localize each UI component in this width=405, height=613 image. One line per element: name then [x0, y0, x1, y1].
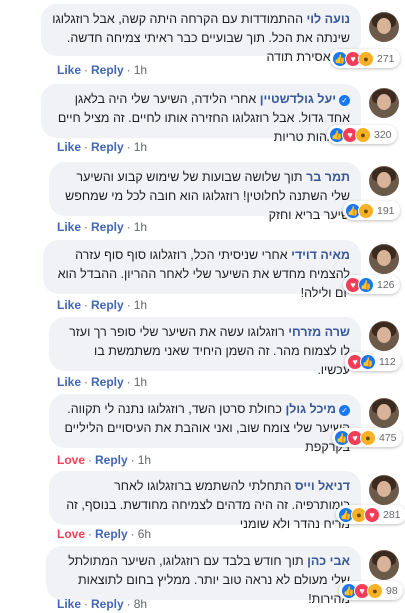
reply-button[interactable]: Reply	[91, 63, 124, 77]
comment: שרה מזרחי רוזגלוגו עשה את השיער שלי סופר…	[0, 313, 405, 393]
comment-actions: Like · Reply · 1h	[57, 63, 148, 77]
reaction-summary[interactable]: 👍 ● 191	[343, 201, 400, 220]
comment-author[interactable]: דניאל וייס	[295, 479, 350, 493]
love-reaction-icon: ♥	[364, 506, 380, 523]
comment-bubble: שרה מזרחי רוזגלוגו עשה את השיער שלי סופר…	[49, 317, 361, 377]
like-button[interactable]: Like	[57, 63, 81, 77]
reply-button[interactable]: Reply	[95, 527, 128, 541]
timestamp[interactable]: 1h	[134, 375, 147, 389]
reaction-count: 191	[377, 204, 395, 217]
comment-bubble: ✓מיכל גולן כחולת סרטן השד, רוזגלוגו נתנה…	[49, 394, 361, 454]
comment-actions: Like · Reply · 1h	[57, 140, 148, 154]
timestamp[interactable]: 8h	[134, 597, 147, 611]
avatar[interactable]	[369, 550, 399, 580]
comment-author[interactable]: אבי כהן	[307, 554, 350, 568]
timestamp[interactable]: 1h	[134, 140, 147, 154]
comment-bubble: ✓יעל גולדשטיין אחרי הלידה, השיער שלי היה…	[41, 84, 361, 144]
comment-actions: Like · Reply · 1h	[57, 220, 148, 234]
reaction-summary[interactable]: 👍 ♥ ● 320	[327, 125, 397, 144]
reaction-summary[interactable]: 👍 ♥ ● 98	[339, 581, 403, 600]
love-button[interactable]: Love	[57, 453, 85, 467]
reaction-count: 112	[379, 355, 396, 368]
like-button[interactable]: Like	[57, 597, 81, 611]
verified-badge-icon: ✓	[339, 95, 350, 106]
timestamp[interactable]: 1h	[134, 220, 147, 234]
comment-bubble: דניאל וייס התחלתי להשתמש ברוזגלוגו לאחר …	[49, 471, 361, 531]
reply-button[interactable]: Reply	[91, 298, 124, 312]
reply-button[interactable]: Reply	[91, 220, 124, 234]
wow-reaction-icon: ●	[360, 429, 376, 446]
wow-reaction-icon: ●	[358, 50, 374, 67]
timestamp[interactable]: 1h	[134, 298, 147, 312]
comment-text: ההתמודדות עם הקרחה היתה קשה, אבל רוזגלוג…	[52, 12, 350, 64]
avatar[interactable]	[369, 398, 399, 428]
reply-button[interactable]: Reply	[91, 597, 124, 611]
wow-reaction-icon: ●	[358, 202, 374, 219]
comment-author[interactable]: יעל גולדשטיין	[260, 92, 336, 106]
avatar[interactable]	[369, 244, 399, 274]
comment-bubble: מאיה דוידי אחרי שניסיתי הכל, רוזגלוגו סו…	[43, 240, 361, 300]
avatar[interactable]	[369, 321, 399, 351]
comment: תמר בר תוך שלושה שבועות של שימוש קבוע וה…	[0, 158, 405, 238]
comment-author[interactable]: שרה מזרחי	[288, 325, 350, 339]
verified-badge-icon: ✓	[339, 405, 350, 416]
comment-actions: Like · Reply · 1h	[57, 298, 148, 312]
avatar[interactable]	[369, 12, 399, 42]
comment: ✓מיכל גולן כחולת סרטן השד, רוזגלוגו נתנה…	[0, 390, 405, 470]
wow-reaction-icon: ●	[367, 582, 383, 599]
comment-bubble: נועה לוי ההתמודדות עם הקרחה היתה קשה, אב…	[41, 4, 361, 64]
reaction-count: 271	[377, 52, 395, 65]
comment-actions: Like · Reply · 1h	[57, 375, 148, 389]
comment-actions: Like · Reply · 8h	[57, 597, 148, 611]
comment-author[interactable]: מאיה דוידי	[291, 248, 350, 262]
reaction-count: 320	[374, 128, 392, 141]
like-button[interactable]: Like	[57, 220, 81, 234]
comment-author[interactable]: תמר בר	[306, 170, 350, 184]
timestamp[interactable]: 1h	[134, 63, 147, 77]
reaction-count: 475	[379, 431, 397, 444]
like-reaction-icon: 👍	[358, 276, 374, 293]
avatar[interactable]	[369, 475, 399, 505]
wow-reaction-icon: ●	[355, 126, 371, 143]
comment-author[interactable]: נועה לוי	[307, 12, 351, 26]
comment-actions: Love · Reply · 1h	[57, 453, 152, 467]
reply-button[interactable]: Reply	[91, 375, 124, 389]
reaction-summary[interactable]: 👍 ● ♥ 281	[336, 505, 405, 524]
like-button[interactable]: Like	[57, 375, 81, 389]
comment-bubble: תמר בר תוך שלושה שבועות של שימוש קבוע וה…	[49, 162, 361, 222]
comment: ✓יעל גולדשטיין אחרי הלידה, השיער שלי היה…	[0, 80, 405, 160]
comment: אבי כהן תוך חודש בלבד עם רוזגלוגו, השיער…	[0, 542, 405, 613]
timestamp[interactable]: 6h	[138, 527, 151, 541]
love-button[interactable]: Love	[57, 527, 85, 541]
reaction-summary[interactable]: 👍 ♥ ● 271	[330, 49, 400, 68]
comment-actions: Love · Reply · 6h	[57, 527, 152, 541]
comment-bubble: אבי כהן תוך חודש בלבד עם רוזגלוגו, השיער…	[46, 546, 361, 606]
avatar[interactable]	[369, 88, 399, 118]
reply-button[interactable]: Reply	[95, 453, 128, 467]
reaction-count: 98	[386, 584, 398, 597]
timestamp[interactable]: 1h	[138, 453, 151, 467]
comment: נועה לוי ההתמודדות עם הקרחה היתה קשה, אב…	[0, 0, 405, 80]
comment-author[interactable]: מיכל גולן	[285, 402, 336, 416]
reaction-summary[interactable]: ♥ 👍 112	[345, 352, 401, 371]
reaction-summary[interactable]: ♥ 👍 126	[343, 275, 400, 294]
reaction-summary[interactable]: 👍 ♥ ● 475	[332, 428, 402, 447]
like-reaction-icon: 👍	[360, 353, 376, 370]
avatar[interactable]	[369, 166, 399, 196]
comment: מאיה דוידי אחרי שניסיתי הכל, רוזגלוגו סו…	[0, 236, 405, 316]
like-button[interactable]: Like	[57, 298, 81, 312]
like-button[interactable]: Like	[57, 140, 81, 154]
reaction-count: 126	[377, 278, 395, 291]
reply-button[interactable]: Reply	[91, 140, 124, 154]
reaction-count: 281	[383, 508, 401, 521]
comment: דניאל וייס התחלתי להשתמש ברוזגלוגו לאחר …	[0, 467, 405, 547]
